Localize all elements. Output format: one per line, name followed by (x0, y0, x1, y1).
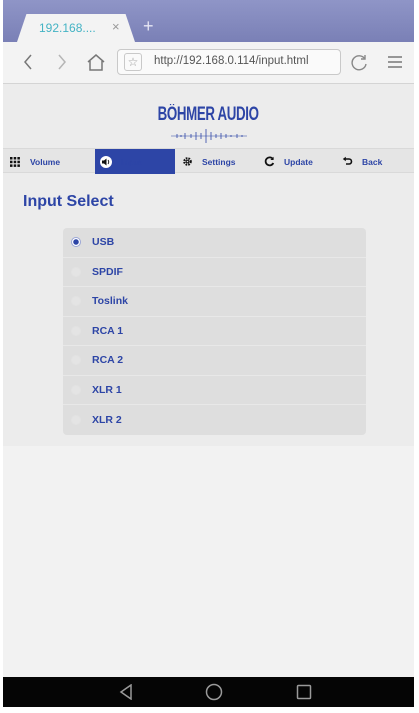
input-label: USB (92, 236, 115, 249)
radio-button[interactable] (71, 296, 81, 307)
menu-label-input: Input (121, 156, 142, 167)
input-label: Toslink (92, 295, 128, 308)
radio-button[interactable] (71, 237, 81, 248)
system-nav-bar (3, 677, 414, 707)
web-page: BÖHMER AUDIO Volume Input Settings Updat… (3, 84, 414, 677)
logo-waveform-icon (171, 129, 247, 143)
back-triangle-icon[interactable] (116, 682, 136, 702)
input-option-rca-1[interactable]: RCA 1 (63, 317, 366, 346)
menu-item-back[interactable]: Back (341, 149, 382, 174)
tab-title: 192.168.... (39, 21, 96, 35)
input-label: XLR 1 (92, 383, 122, 396)
menu-label-settings: Settings (202, 156, 236, 167)
input-option-toslink[interactable]: Toslink (63, 287, 366, 317)
radio-button[interactable] (71, 414, 81, 425)
url-text: http://192.168.0.114/input.html (154, 55, 309, 67)
input-option-spdif[interactable]: SPDIF (63, 258, 366, 287)
gear-icon (181, 156, 193, 168)
menu-item-update[interactable]: Update (263, 149, 313, 174)
phone-screen: 192.168.... × + ☆ http://192.168.0.114/i… (3, 0, 414, 707)
forward-icon[interactable] (53, 50, 71, 74)
input-option-xlr-1[interactable]: XLR 1 (63, 376, 366, 405)
grid-icon (9, 156, 21, 168)
refresh-icon (263, 156, 275, 168)
home-icon[interactable] (85, 50, 107, 74)
menu-label-volume: Volume (30, 156, 61, 167)
back-icon[interactable] (19, 50, 37, 74)
bookmark-star-icon[interactable]: ☆ (124, 53, 142, 71)
browser-tab-strip: 192.168.... × + (3, 0, 414, 42)
page-empty-area (3, 446, 414, 677)
radio-button[interactable] (71, 266, 81, 277)
logo-text: BÖHMER AUDIO (158, 104, 259, 125)
input-label: RCA 1 (92, 324, 124, 337)
menu-item-volume[interactable]: Volume (9, 149, 60, 174)
radio-button[interactable] (71, 384, 81, 395)
reload-icon[interactable] (348, 50, 370, 74)
input-option-xlr-2[interactable]: XLR 2 (63, 405, 366, 435)
new-tab-icon[interactable]: + (143, 17, 154, 35)
address-bar: ☆ http://192.168.0.114/input.html (3, 42, 414, 84)
menu-item-settings[interactable]: Settings (181, 149, 236, 174)
speaker-icon (100, 155, 112, 168)
close-icon[interactable]: × (112, 19, 120, 34)
home-circle-icon[interactable] (204, 682, 224, 702)
page-title: Input Select (23, 193, 114, 210)
input-label: SPDIF (92, 265, 123, 278)
app-nav-menu: Volume Input Settings Update Back (3, 148, 414, 174)
menu-label-back: Back (362, 156, 383, 167)
radio-button[interactable] (71, 355, 81, 366)
back-arrow-icon (341, 156, 353, 168)
input-option-usb[interactable]: USB (63, 228, 366, 258)
menu-icon[interactable] (386, 50, 404, 74)
menu-label-update: Update (284, 156, 313, 167)
input-select-list: USB SPDIF Toslink RCA 1 RCA 2 XLR 1 XLR … (63, 228, 366, 435)
input-label: XLR 2 (92, 413, 122, 426)
browser-tab[interactable]: 192.168.... × (17, 14, 135, 42)
radio-button[interactable] (71, 325, 81, 336)
input-option-rca-2[interactable]: RCA 2 (63, 346, 366, 376)
url-field[interactable]: ☆ http://192.168.0.114/input.html (117, 49, 341, 75)
recents-square-icon[interactable] (294, 682, 314, 702)
input-label: RCA 2 (92, 354, 124, 367)
menu-item-input[interactable]: Input (95, 149, 175, 174)
